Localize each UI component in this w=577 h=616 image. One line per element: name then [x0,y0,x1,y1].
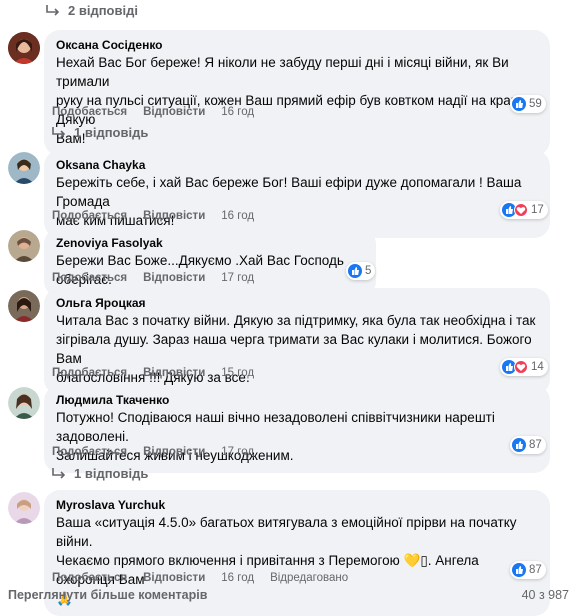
replies-count-label: 2 відповіді [68,3,138,18]
love-reaction-icon [514,360,528,374]
edited-label: Відредаговано [270,572,349,584]
comment-text-line: Ваша «ситуація 4.5.0» багатьох витягувал… [56,515,517,549]
comment-text-line: зігрівала душу. Зараз наша черга тримати… [56,332,532,366]
comment-author[interactable]: Myroslava Yurchuk [56,497,538,513]
comment-bubble: Zenoviya Fasolyak Бережи Вас Боже...Дяку… [44,228,376,297]
comment-text-line: Бережіть себе, і хай Вас береже Бог! Ваш… [56,175,522,209]
comment-actions: Подобається Відповісти 17 год [52,272,254,284]
reply-button[interactable]: Відповісти [143,106,205,118]
reply-arrow-icon [52,126,66,138]
comment-actions: Подобається Відповісти 16 год Відредагов… [52,572,348,584]
comment-timestamp[interactable]: 17 год [221,446,254,458]
comment-bubble: Oksana Chayka Бережіть себе, і хай Вас б… [44,150,550,238]
comment-bubble: Людмила Ткаченко Потужно! Сподіваюся наш… [44,385,550,473]
avatar[interactable] [8,290,40,322]
reaction-count[interactable]: 59 [510,95,546,113]
replies-count-label: 1 відповідь [74,466,149,481]
comment-author[interactable]: Оксана Сосіденко [56,37,538,53]
comment-actions: Подобається Відповісти 17 год [52,446,254,458]
user-photo-icon [8,290,40,322]
view-replies-link[interactable]: 2 відповіді [46,3,138,18]
reply-button[interactable]: Відповісти [143,446,205,458]
user-photo-icon [8,152,40,184]
comment-timestamp[interactable]: 17 год [221,272,254,284]
comment-timestamp[interactable]: 15 год [221,367,254,379]
avatar[interactable] [8,152,40,184]
like-button[interactable]: Подобається [52,106,127,118]
reaction-count-label: 87 [529,439,542,451]
reaction-count[interactable]: 17 [500,201,548,219]
avatar[interactable] [8,387,40,419]
reaction-count-label: 14 [531,361,544,373]
reply-button[interactable]: Відповісти [143,572,205,584]
reaction-count[interactable]: 87 [510,436,546,454]
reaction-count-label: 5 [365,265,372,277]
replies-count-label: 1 відповідь [74,125,149,140]
comment-actions: Подобається Відповісти 15 год [52,367,254,379]
reaction-count[interactable]: 14 [500,358,548,376]
reply-arrow-icon [52,467,66,479]
user-photo-icon [8,230,40,262]
like-button[interactable]: Подобається [52,210,127,222]
comment-author[interactable]: Oksana Chayka [56,157,538,173]
like-button[interactable]: Подобається [52,272,127,284]
like-reaction-icon [512,563,526,577]
comment-text-line: Читала Вас з початку війни. Дякую за під… [56,313,536,328]
user-photo-icon [8,32,40,64]
comment-timestamp[interactable]: 16 год [221,572,254,584]
comment-timestamp[interactable]: 16 год [221,106,254,118]
comment-author[interactable]: Людмила Ткаченко [56,392,538,408]
comment-text-line: Нехай Вас Бог береже! Я ніколи не забуду… [56,55,509,89]
avatar[interactable] [8,230,40,262]
reaction-count[interactable]: 5 [346,262,376,280]
reaction-count[interactable]: 87 [510,561,546,579]
reply-button[interactable]: Відповісти [143,367,205,379]
reply-arrow-icon [46,4,60,16]
reaction-count-label: 87 [529,564,542,576]
like-reaction-icon [512,438,526,452]
like-button[interactable]: Подобається [52,446,127,458]
comment-author[interactable]: Ольга Яроцкая [56,295,538,311]
user-photo-icon [8,387,40,419]
like-button[interactable]: Подобається [52,367,127,379]
comment-actions: Подобається Відповісти 16 год [52,106,254,118]
user-photo-icon [8,492,40,524]
like-reaction-icon [348,264,362,278]
reaction-count-label: 59 [529,98,542,110]
reply-button[interactable]: Відповісти [143,210,205,222]
comment-actions: Подобається Відповісти 16 год [52,210,254,222]
comment-timestamp[interactable]: 16 год [221,210,254,222]
view-replies-link[interactable]: 1 відповідь [52,125,148,140]
like-reaction-icon [512,97,526,111]
reaction-count-label: 17 [531,204,544,216]
comment-author[interactable]: Zenoviya Fasolyak [56,235,364,251]
reply-button[interactable]: Відповісти [143,272,205,284]
like-button[interactable]: Подобається [52,572,127,584]
love-reaction-icon [514,203,528,217]
avatar[interactable] [8,492,40,524]
view-replies-link[interactable]: 1 відповідь [52,466,148,481]
avatar[interactable] [8,32,40,64]
comment-text-line: Потужно! Сподіваюся наші вічно незадовол… [56,410,495,444]
